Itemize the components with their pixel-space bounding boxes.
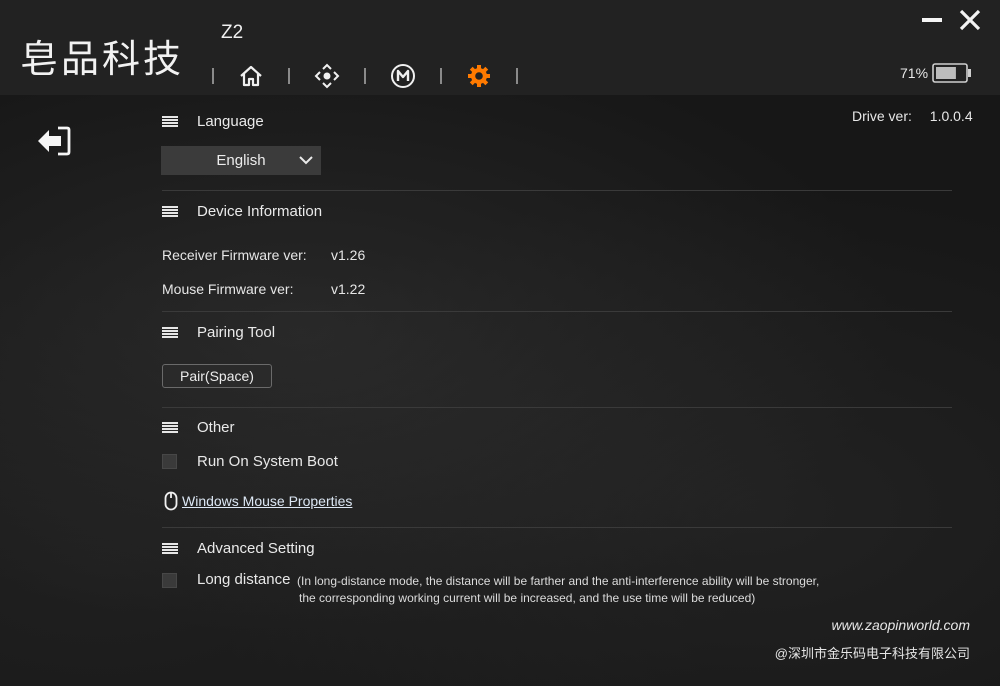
minimize-button[interactable] — [920, 8, 944, 32]
tab-macro[interactable] — [366, 62, 440, 90]
exit-arrow-icon — [38, 126, 71, 156]
company-text: @深圳市金乐码电子科技有限公司 — [774, 646, 970, 661]
section-language: Language — [162, 113, 264, 130]
settings-page: Drive ver: 1.0.0.4 Language English Devi… — [0, 95, 1000, 686]
section-device-information: Device Information — [162, 203, 322, 220]
model-name: Z2 — [221, 22, 244, 43]
pair-button[interactable]: Pair(Space) — [162, 364, 272, 388]
close-icon — [959, 9, 981, 31]
divider — [162, 407, 952, 408]
drive-version-value: 1.0.0.4 — [929, 108, 973, 124]
divider — [162, 527, 952, 528]
receiver-firmware-label: Receiver Firmware ver: — [162, 247, 307, 263]
minimize-icon — [922, 18, 942, 22]
battery-percent: 71% — [900, 65, 929, 81]
close-button[interactable] — [958, 8, 982, 32]
nav-separator — [516, 68, 518, 84]
drive-version: Drive ver: 1.0.0.4 — [852, 108, 973, 124]
receiver-firmware-row: Receiver Firmware ver: v1.26 — [162, 247, 365, 263]
long-distance-note: (In long-distance mode, the distance wil… — [297, 573, 819, 607]
list-icon — [162, 542, 178, 555]
section-title: Advanced Setting — [197, 540, 315, 557]
section-pairing-tool: Pairing Tool — [162, 324, 275, 341]
section-title: Device Information — [197, 203, 323, 220]
long-distance-note-line2: the corresponding working current will b… — [299, 591, 756, 605]
home-icon — [240, 65, 262, 87]
divider — [162, 190, 952, 191]
language-selected: English — [216, 152, 266, 169]
mouse-firmware-value: v1.22 — [331, 281, 366, 297]
tab-move[interactable] — [290, 62, 364, 90]
tab-settings[interactable] — [442, 62, 516, 90]
windows-mouse-properties-text[interactable]: Windows Mouse Properties — [182, 493, 352, 509]
section-title: Other — [197, 419, 235, 436]
battery-fill — [936, 67, 956, 79]
mouse-icon — [164, 491, 178, 511]
battery-icon — [932, 63, 972, 83]
list-icon — [162, 326, 178, 339]
title-bar: 皂品科技 Z2 71% — [0, 0, 1000, 95]
list-icon — [162, 205, 178, 218]
list-icon — [162, 421, 178, 434]
list-icon — [162, 115, 178, 128]
long-distance-note-line1: (In long-distance mode, the distance wil… — [297, 574, 820, 588]
tab-home[interactable] — [214, 62, 288, 90]
section-other: Other — [162, 419, 235, 436]
divider — [162, 311, 952, 312]
long-distance-label: Long distance — [197, 571, 291, 588]
nav-tabs — [212, 62, 518, 90]
run-on-boot-checkbox[interactable] — [162, 454, 177, 469]
language-dropdown[interactable]: English — [161, 146, 321, 175]
section-title: Language — [197, 113, 264, 130]
receiver-firmware-value: v1.26 — [331, 247, 366, 263]
chevron-down-icon — [299, 156, 313, 165]
section-advanced-setting: Advanced Setting — [162, 540, 315, 557]
windows-mouse-properties-link[interactable]: Windows Mouse Properties — [164, 491, 352, 511]
drive-version-label: Drive ver: — [852, 108, 912, 124]
back-button[interactable] — [36, 125, 72, 157]
move-icon — [314, 63, 340, 89]
website-text: www.zaopinworld.com — [831, 617, 971, 633]
run-on-boot-label: Run On System Boot — [197, 453, 338, 470]
section-title: Pairing Tool — [197, 324, 276, 341]
long-distance-checkbox[interactable] — [162, 573, 177, 588]
window-controls — [920, 8, 982, 32]
mouse-firmware-row: Mouse Firmware ver: v1.22 — [162, 281, 365, 297]
macro-m-icon — [391, 64, 415, 88]
brand-logo: 皂品科技 — [20, 37, 185, 81]
battery-indicator: 71% — [900, 62, 972, 84]
mouse-firmware-label: Mouse Firmware ver: — [162, 281, 294, 297]
gear-icon — [468, 65, 490, 87]
